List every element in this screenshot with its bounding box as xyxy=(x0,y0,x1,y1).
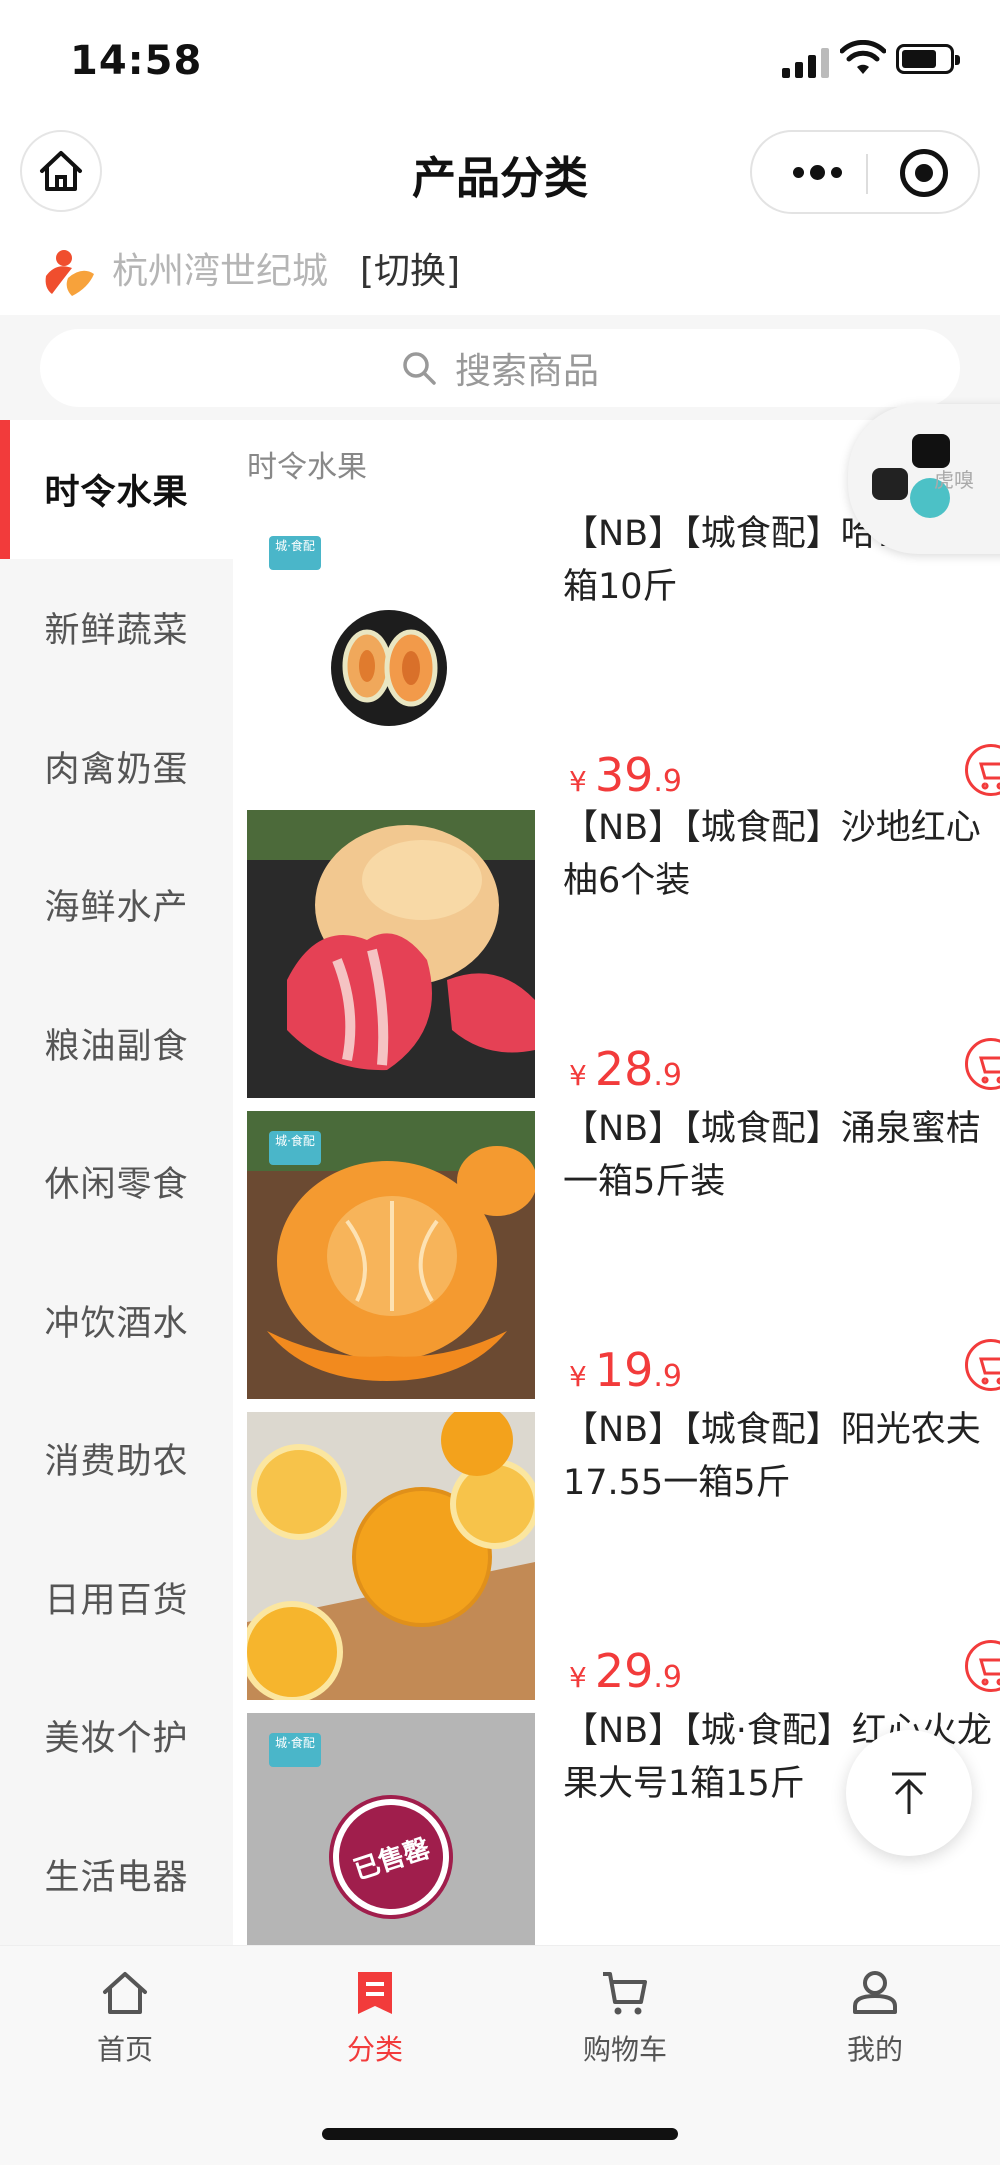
product-price: ¥19.9 xyxy=(569,1343,682,1397)
price-integer: 29 xyxy=(594,1644,654,1698)
battery-icon xyxy=(896,44,960,74)
price-symbol: ¥ xyxy=(569,765,587,798)
location-name: 杭州湾世纪城 xyxy=(112,251,329,292)
location-bar: 杭州湾世纪城 [切换] xyxy=(0,230,1000,315)
product-card[interactable]: 【NB】【城食配】沙地红心柚6个装 ¥28.9 xyxy=(247,808,1000,1098)
product-image[interactable]: 城·食配 xyxy=(247,516,535,804)
location-switch-link[interactable]: [切换] xyxy=(360,242,460,294)
sidebar-item-grain-oil[interactable]: 粮油副食 xyxy=(0,974,233,1113)
product-list: 时令水果 城·食配 【NB】【城食配】哈密瓜一箱10斤 ¥39.9 【NB】【城… xyxy=(233,420,1000,1945)
sidebar-item-appliances[interactable]: 生活电器 xyxy=(0,1805,233,1944)
price-symbol: ¥ xyxy=(569,1360,587,1393)
wifi-icon xyxy=(840,40,886,74)
more-icon[interactable] xyxy=(782,132,852,212)
product-image[interactable] xyxy=(247,810,535,1098)
brand-tag: 城·食配 xyxy=(269,1733,321,1767)
sidebar-item-agri-support[interactable]: 消费助农 xyxy=(0,1390,233,1529)
signal-icon xyxy=(782,44,832,78)
sidebar-item-drinks[interactable]: 冲饮酒水 xyxy=(0,1251,233,1390)
tab-label: 首页 xyxy=(96,2033,153,2066)
sidebar-item-meat-eggs[interactable]: 肉禽奶蛋 xyxy=(0,697,233,836)
sidebar-item-daily-goods[interactable]: 日用百货 xyxy=(0,1528,233,1667)
product-image[interactable] xyxy=(247,1412,535,1700)
cart-icon xyxy=(979,1357,1000,1385)
home-indicator xyxy=(322,2128,678,2140)
nav-header: 产品分类 xyxy=(0,120,1000,230)
profile-icon xyxy=(853,1971,897,2014)
cart-icon xyxy=(979,762,1000,790)
product-card[interactable]: 城·食配 【NB】【城食配】哈密瓜一箱10斤 ¥39.9 xyxy=(247,514,1000,804)
product-title: 【NB】【城食配】阳光农夫17.55一箱5斤 xyxy=(563,1410,981,1503)
sidebar-item-fresh-vegetables[interactable]: 新鲜蔬菜 xyxy=(0,559,233,698)
product-title: 【NB】【城食配】沙地红心柚6个装 xyxy=(563,808,981,901)
tab-cart[interactable]: 购物车 xyxy=(500,1946,750,2096)
product-title: 【NB】【城食配】涌泉蜜桔一箱5斤装 xyxy=(563,1109,981,1202)
price-decimal: .9 xyxy=(653,1660,682,1695)
price-decimal: .9 xyxy=(653,1359,682,1394)
price-decimal: .9 xyxy=(653,1058,682,1093)
category-sidebar: 时令水果 新鲜蔬菜 肉禽奶蛋 海鲜水产 粮油副食 休闲零食 冲饮酒水 消费助农 … xyxy=(0,420,233,1945)
product-image[interactable]: 城·食配 已售罄 xyxy=(247,1713,535,1945)
sidebar-item-beauty-care[interactable]: 美妆个护 xyxy=(0,1667,233,1806)
sidebar-item-snacks[interactable]: 休闲零食 xyxy=(0,1113,233,1252)
sold-out-badge: 已售罄 xyxy=(317,1783,465,1931)
search-input[interactable]: 搜索商品 xyxy=(40,329,960,407)
sidebar-item-seasonal-fruit[interactable]: 时令水果 xyxy=(0,420,233,559)
tab-home[interactable]: 首页 xyxy=(0,1946,250,2096)
search-area: 搜索商品 xyxy=(0,315,1000,420)
tab-label: 购物车 xyxy=(582,2033,667,2066)
tab-profile[interactable]: 我的 xyxy=(750,1946,1000,2096)
price-integer: 28 xyxy=(594,1042,654,1096)
sidebar-item-seafood[interactable]: 海鲜水产 xyxy=(0,836,233,975)
capsule-divider xyxy=(866,154,868,194)
product-price: ¥28.9 xyxy=(569,1042,682,1096)
add-to-cart-button[interactable] xyxy=(965,1339,1000,1391)
search-icon xyxy=(403,352,436,385)
miniprogram-capsule xyxy=(750,130,980,214)
product-price: ¥39.9 xyxy=(569,748,682,802)
tab-label: 分类 xyxy=(346,2033,403,2066)
widget-text: 虎嗅 xyxy=(934,468,974,492)
price-symbol: ¥ xyxy=(569,1661,587,1694)
product-card[interactable]: 城·食配 【NB】【城食配】涌泉蜜桔一箱5斤装 ¥19.9 xyxy=(247,1109,1000,1399)
status-time: 14:58 xyxy=(70,38,203,84)
add-to-cart-button[interactable] xyxy=(965,744,1000,796)
section-title: 时令水果 xyxy=(247,450,367,485)
brand-tag: 城·食配 xyxy=(269,536,321,570)
add-to-cart-button[interactable] xyxy=(965,1038,1000,1090)
tab-label: 我的 xyxy=(846,2033,903,2066)
home-icon xyxy=(103,1972,147,2014)
product-card[interactable]: 【NB】【城食配】阳光农夫17.55一箱5斤 ¥29.9 xyxy=(247,1410,1000,1700)
arrow-up-icon xyxy=(892,1772,926,1814)
floating-widget[interactable]: 虎嗅 xyxy=(848,404,1000,554)
back-to-top-button[interactable] xyxy=(846,1730,972,1856)
cart-icon xyxy=(603,1972,647,2015)
status-bar: 14:58 xyxy=(0,0,1000,120)
tab-category[interactable]: 分类 xyxy=(250,1946,500,2096)
product-price: ¥29.9 xyxy=(569,1644,682,1698)
app-root: 14:58 产品分类 杭州湾世纪城 [切换] 搜索商品 时令水果 新鲜蔬菜 肉禽… xyxy=(0,0,1000,2165)
search-placeholder: 搜索商品 xyxy=(454,351,599,392)
cart-icon xyxy=(979,1658,1000,1686)
product-image[interactable]: 城·食配 xyxy=(247,1111,535,1399)
price-decimal: .9 xyxy=(653,764,682,799)
brand-tag: 城·食配 xyxy=(269,1131,321,1165)
add-to-cart-button[interactable] xyxy=(965,1640,1000,1692)
close-icon[interactable] xyxy=(900,149,948,197)
price-integer: 39 xyxy=(594,748,654,802)
cart-icon xyxy=(979,1056,1000,1084)
price-symbol: ¥ xyxy=(569,1059,587,1092)
category-icon xyxy=(358,1972,392,2014)
brand-logo-icon xyxy=(45,250,94,296)
price-integer: 19 xyxy=(594,1343,654,1397)
